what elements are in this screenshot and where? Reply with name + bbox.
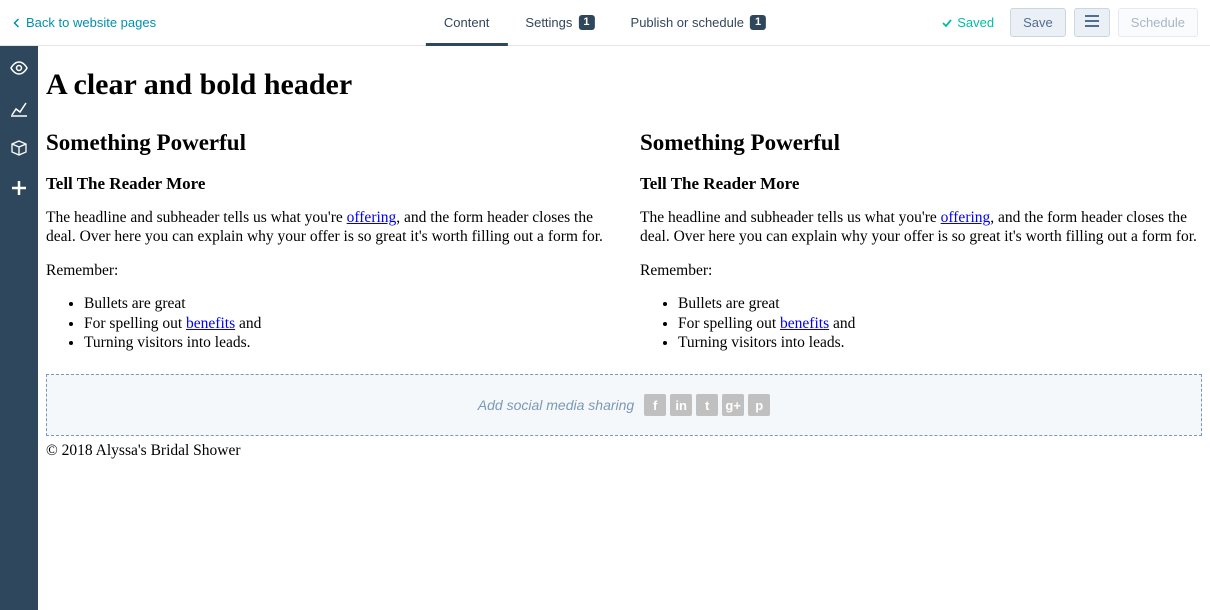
list-item: Turning visitors into leads. — [678, 333, 1202, 352]
remember-label: Remember: — [640, 261, 1202, 280]
benefits-link[interactable]: benefits — [780, 315, 829, 332]
column-subtitle: Tell The Reader More — [46, 174, 608, 194]
saved-indicator: Saved — [941, 15, 994, 30]
facebook-icon: f — [644, 394, 666, 416]
page-canvas: A clear and bold header Something Powerf… — [38, 46, 1210, 610]
back-link[interactable]: Back to website pages — [12, 15, 156, 30]
page-footer[interactable]: © 2018 Alyssa's Bridal Shower — [46, 442, 1202, 460]
save-button[interactable]: Save — [1010, 8, 1066, 37]
column-paragraph: The headline and subheader tells us what… — [46, 208, 608, 247]
topbar-actions: Saved Save Schedule — [941, 8, 1198, 37]
offering-link[interactable]: offering — [347, 209, 397, 226]
column-title: Something Powerful — [46, 130, 608, 156]
page-title[interactable]: A clear and bold header — [46, 68, 1202, 102]
pinterest-icon: p — [748, 394, 770, 416]
social-placeholder-label: Add social media sharing — [478, 397, 634, 413]
schedule-button: Schedule — [1118, 8, 1198, 37]
column-left[interactable]: Something Powerful Tell The Reader More … — [46, 130, 608, 352]
hamburger-icon — [1085, 15, 1099, 27]
back-link-label: Back to website pages — [26, 15, 156, 30]
more-menu-button[interactable] — [1074, 8, 1110, 37]
two-columns: Something Powerful Tell The Reader More … — [46, 130, 1202, 352]
twitter-icon: t — [696, 394, 718, 416]
editor-topbar: Back to website pages Content Settings 1… — [0, 0, 1210, 46]
remember-label: Remember: — [46, 261, 608, 280]
tab-content[interactable]: Content — [426, 0, 508, 46]
saved-label-text: Saved — [957, 15, 994, 30]
column-subtitle: Tell The Reader More — [640, 174, 1202, 194]
check-icon — [941, 17, 953, 29]
linkedin-icon: in — [670, 394, 692, 416]
tab-settings[interactable]: Settings 1 — [507, 0, 612, 46]
tab-badge: 1 — [750, 15, 766, 30]
analytics-icon[interactable] — [9, 98, 29, 118]
tab-label: Publish or schedule — [631, 15, 744, 30]
list-item: For spelling out benefits and — [678, 314, 1202, 333]
offering-link[interactable]: offering — [941, 209, 991, 226]
list-item: Bullets are great — [678, 294, 1202, 313]
top-tabs: Content Settings 1 Publish or schedule 1 — [426, 0, 784, 46]
column-title: Something Powerful — [640, 130, 1202, 156]
box-icon[interactable] — [9, 138, 29, 158]
list-item: Bullets are great — [84, 294, 608, 313]
social-icon-row: f in t g+ p — [644, 394, 770, 416]
tab-label: Settings — [525, 15, 572, 30]
list-item: For spelling out benefits and — [84, 314, 608, 333]
column-paragraph: The headline and subheader tells us what… — [640, 208, 1202, 247]
add-icon[interactable] — [9, 178, 29, 198]
chevron-left-icon — [12, 18, 22, 28]
column-right[interactable]: Something Powerful Tell The Reader More … — [640, 130, 1202, 352]
social-sharing-placeholder[interactable]: Add social media sharing f in t g+ p — [46, 374, 1202, 436]
tab-publish[interactable]: Publish or schedule 1 — [613, 0, 785, 46]
preview-icon[interactable] — [9, 58, 29, 78]
benefits-link[interactable]: benefits — [186, 315, 235, 332]
bullet-list: Bullets are great For spelling out benef… — [640, 294, 1202, 352]
tab-label: Content — [444, 15, 490, 30]
editor-sidebar — [0, 46, 38, 610]
bullet-list: Bullets are great For spelling out benef… — [46, 294, 608, 352]
list-item: Turning visitors into leads. — [84, 333, 608, 352]
googleplus-icon: g+ — [722, 394, 744, 416]
tab-badge: 1 — [578, 15, 594, 30]
